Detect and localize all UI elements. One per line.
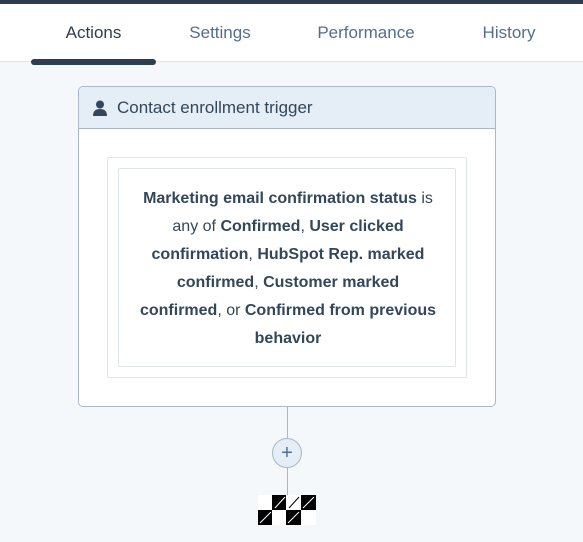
enrollment-trigger-card[interactable]: Contact enrollment trigger Marketing ema… (78, 86, 496, 407)
tab-history[interactable]: History (466, 4, 552, 61)
filter-description: Marketing email confirmation status is a… (135, 185, 441, 353)
connector-line (287, 407, 288, 438)
tab-actions[interactable]: Actions (31, 4, 156, 61)
tab-bar: Actions Settings Performance History (0, 4, 583, 65)
tab-settings-label: Settings (189, 22, 251, 42)
filter-joiner: , (300, 218, 310, 235)
tab-performance-label: Performance (317, 22, 415, 42)
filter-value: Confirmed from previous behavior (244, 302, 437, 347)
filter-joiner: , (248, 246, 258, 263)
filter-joiner: , (254, 274, 264, 291)
trigger-title: Contact enrollment trigger (117, 97, 313, 117)
filter-item[interactable]: Marketing email confirmation status is a… (118, 168, 456, 367)
filter-group: Marketing email confirmation status is a… (107, 157, 467, 378)
tab-history-label: History (482, 22, 536, 42)
filter-property: Marketing email confirmation status (143, 190, 417, 207)
connector-line (287, 468, 288, 495)
plus-icon: + (281, 441, 293, 464)
trigger-header: Contact enrollment trigger (79, 87, 495, 129)
active-tab-indicator (31, 59, 156, 65)
checkered-flag-icon (258, 495, 316, 525)
tab-performance[interactable]: Performance (300, 4, 432, 61)
tab-actions-label: Actions (65, 22, 122, 42)
person-icon (93, 100, 107, 116)
filter-value: Confirmed (220, 218, 301, 235)
filter-joiner: , or (217, 302, 245, 319)
add-action-button[interactable]: + (272, 438, 302, 468)
tab-settings[interactable]: Settings (172, 4, 268, 61)
